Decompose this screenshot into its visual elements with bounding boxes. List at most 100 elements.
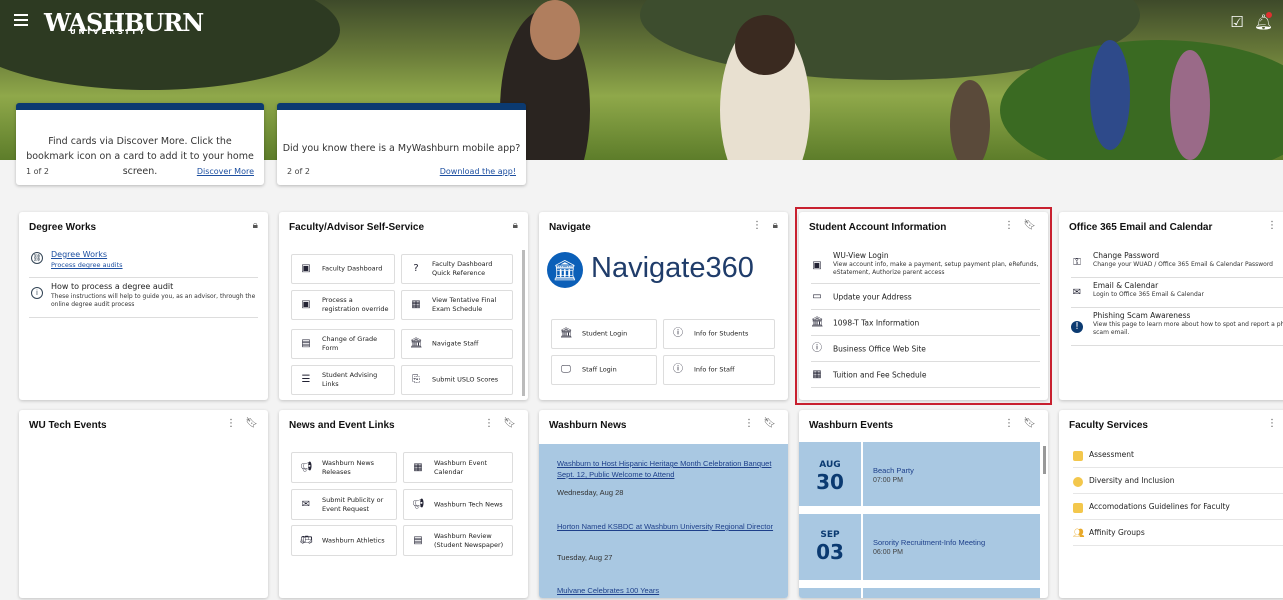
event-month: AUG: [819, 460, 841, 470]
lock-icon[interactable]: 🔒︎: [513, 220, 518, 231]
more-icon[interactable]: ⋮: [744, 418, 754, 429]
scrollbar[interactable]: [522, 250, 525, 396]
tile-grade-form[interactable]: ▤ Change of Grade Form: [291, 329, 395, 359]
news-headline[interactable]: Horton Named KSBDC at Washburn Universit…: [557, 521, 777, 532]
hero-person: [1170, 50, 1210, 160]
washburn-logo-sub: UNIVERSITY: [70, 28, 148, 36]
tile-label: View Tentative Final Exam Schedule: [432, 296, 497, 313]
item-subtitle[interactable]: Process degree audits: [51, 261, 123, 269]
list-item-change-password[interactable]: ⚿ Change Password Change your WUAD / Off…: [1071, 248, 1283, 278]
more-icon[interactable]: ⋮: [226, 418, 236, 429]
tile-staff-login[interactable]: 🖵︎ Staff Login: [551, 355, 657, 385]
info-icon: ⓘ: [673, 328, 683, 339]
tile-submit-publicity[interactable]: ✉ Submit Publicity or Event Request: [291, 489, 397, 520]
navigate-logo-text: Navigate360: [591, 252, 754, 284]
event-name[interactable]: Beach Party: [873, 466, 914, 475]
tasks-icon[interactable]: ☑: [1228, 13, 1246, 31]
bookmark-icon[interactable]: 🔖︎: [503, 418, 516, 429]
item-title: Affinity Groups: [1089, 528, 1145, 537]
tile-uslo-scores[interactable]: ⎘ Submit USLO Scores: [401, 365, 513, 395]
tile-advising-links[interactable]: ☰ Student Advising Links: [291, 365, 395, 395]
mail-icon: ✉: [301, 498, 311, 510]
link-icon: ⛓: [31, 252, 43, 264]
help-icon: ?: [413, 263, 419, 274]
event-time: 06:00 PM: [873, 549, 903, 556]
card-title: Washburn Events: [809, 420, 894, 431]
event-time: 07:00 PM: [873, 477, 903, 484]
bookmark-icon[interactable]: 🔖︎: [1023, 418, 1036, 429]
document-icon: ▤: [413, 534, 423, 546]
event-name[interactable]: Sorority Recruitment-Info Meeting: [873, 538, 985, 547]
download-app-link[interactable]: Download the app!: [440, 167, 516, 176]
item-subtitle: Change your WUAD / Office 365 Email & Ca…: [1093, 261, 1273, 268]
card-title: Degree Works: [29, 222, 97, 233]
tile-faculty-dashboard[interactable]: ▣ Faculty Dashboard: [291, 254, 395, 284]
tile-registration-override[interactable]: ▣ Process a registration override: [291, 290, 395, 320]
card-title: WU Tech Events: [29, 420, 107, 431]
bank-icon: 🏛︎: [560, 328, 573, 339]
tile-label: Staff Login: [582, 365, 617, 374]
list-item[interactable]: i How to process a degree audit These in…: [29, 278, 258, 318]
tile-washburn-review[interactable]: ▤ Washburn Review (Student Newspaper): [403, 525, 513, 556]
more-icon[interactable]: ⋮: [1267, 220, 1277, 231]
tile-athletics[interactable]: 🚌︎ Washburn Athletics: [291, 525, 397, 556]
list-item[interactable]: ⛓ Degree Works Process degree audits: [29, 248, 258, 278]
news-panel: Washburn to Host Hispanic Heritage Month…: [539, 444, 788, 598]
card-title: Faculty/Advisor Self-Service: [289, 222, 425, 233]
list-item-phishing[interactable]: ! Phishing Scam Awareness View this page…: [1071, 308, 1283, 346]
tile-label: Navigate Staff: [432, 339, 479, 348]
news-headline[interactable]: Washburn to Host Hispanic Heritage Month…: [557, 458, 777, 480]
user-key-icon: ⚿: [1073, 256, 1081, 268]
megaphone-icon: 📢︎: [300, 461, 313, 473]
scrollbar[interactable]: [1043, 446, 1046, 474]
lock-icon[interactable]: 🔒︎: [253, 220, 258, 231]
list-item-affinity[interactable]: 👥︎ Affinity Groups: [1073, 524, 1283, 546]
card-washburn-events: Washburn Events ⋮ 🔖︎ AUG 30 Beach Party …: [799, 410, 1048, 598]
list-item-assessment[interactable]: Assessment: [1073, 446, 1283, 468]
list-item-diversity[interactable]: Diversity and Inclusion: [1073, 472, 1283, 494]
event-item[interactable]: Sorority Recruitment-Info Meeting 06:00 …: [863, 514, 1040, 580]
tile-student-login[interactable]: 🏛︎ Student Login: [551, 319, 657, 349]
event-date: SEP 03: [799, 514, 861, 580]
event-item[interactable]: Beach Party 07:00 PM: [863, 442, 1040, 506]
promo-card-discover: Find cards via Discover More. Click the …: [16, 103, 264, 185]
tile-info-staff[interactable]: ⓘ Info for Staff: [663, 355, 775, 385]
bookmark-icon[interactable]: 🔖︎: [245, 418, 258, 429]
more-icon[interactable]: ⋮: [752, 220, 762, 231]
window-icon: ▣: [301, 299, 311, 310]
list-item-email-calendar[interactable]: ✉ Email & Calendar Login to Office 365 E…: [1071, 278, 1283, 308]
calendar-icon: ▦: [411, 299, 421, 310]
tile-dashboard-quick-ref[interactable]: ? Faculty Dashboard Quick Reference: [401, 254, 513, 284]
more-icon[interactable]: ⋮: [1004, 418, 1014, 429]
item-title: Accomodations Guidelines for Faculty: [1089, 502, 1230, 511]
discover-more-link[interactable]: Discover More: [197, 167, 254, 176]
card-title: Faculty Services: [1069, 420, 1148, 431]
mail-icon: ✉: [1072, 286, 1082, 298]
tile-navigate-staff[interactable]: 🏛︎ Navigate Staff: [401, 329, 513, 359]
bus-icon: 🚌︎: [300, 534, 313, 546]
notification-dot: [1266, 12, 1272, 18]
tile-event-calendar[interactable]: ▦ Washburn Event Calendar: [403, 452, 513, 483]
card-title: Washburn News: [549, 420, 627, 431]
tile-news-releases[interactable]: 📢︎ Washburn News Releases: [291, 452, 397, 483]
promo-counter: 1 of 2: [26, 167, 49, 176]
event-date: [799, 588, 861, 598]
tile-final-exam-schedule[interactable]: ▦ View Tentative Final Exam Schedule: [401, 290, 513, 320]
lock-icon[interactable]: 🔒︎: [773, 220, 778, 231]
clipboard-icon: [1073, 451, 1083, 461]
more-icon[interactable]: ⋮: [1267, 418, 1277, 429]
tile-tech-news[interactable]: 📢︎ Washburn Tech News: [403, 489, 513, 520]
tile-label: Student Advising Links: [322, 371, 378, 388]
event-item[interactable]: [863, 588, 1040, 598]
bookmark-icon[interactable]: 🔖︎: [763, 418, 776, 429]
more-icon[interactable]: ⋮: [484, 418, 494, 429]
tile-label: Submit Publicity or Event Request: [322, 495, 384, 513]
news-headline[interactable]: Mulvane Celebrates 100 Years: [557, 586, 659, 595]
tile-label: Washburn Review (Student Newspaper): [434, 531, 504, 549]
list-item-accommodations[interactable]: Accomodations Guidelines for Faculty: [1073, 498, 1283, 520]
submit-icon: ⎘: [412, 374, 420, 385]
tile-info-students[interactable]: ⓘ Info for Students: [663, 319, 775, 349]
hamburger-icon[interactable]: [14, 14, 28, 26]
degree-works-link[interactable]: Degree Works: [51, 250, 107, 259]
calendar-icon: ▦: [413, 461, 423, 473]
